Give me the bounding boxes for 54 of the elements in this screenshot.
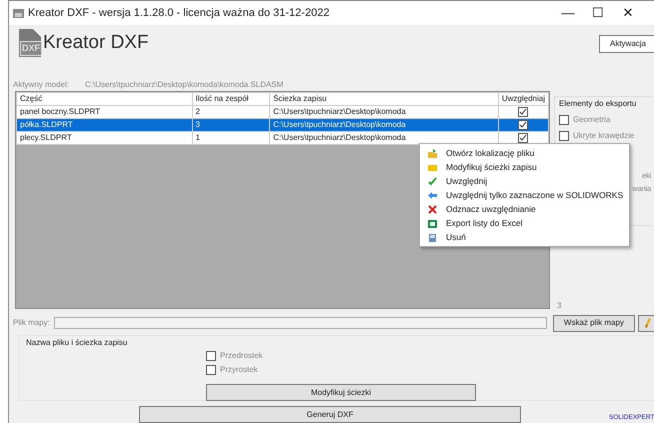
table-cell: 1 [192, 132, 270, 144]
menu-item[interactable]: Modyfikuj ścieżki zapisu [420, 160, 629, 174]
arrow-icon [428, 190, 437, 200]
maximize-button[interactable]: ☐ [583, 3, 613, 23]
column-header[interactable]: Uwzględniaj [498, 92, 548, 106]
map-file-field[interactable] [54, 317, 547, 329]
checkbox[interactable] [206, 364, 216, 375]
column-header[interactable]: Ilość na zespół [192, 92, 270, 106]
logo-badge: DXF [20, 40, 42, 56]
generate-dxf-button[interactable]: Generuj DXF [139, 406, 521, 423]
cross-icon [428, 204, 437, 214]
checkbox[interactable] [559, 130, 569, 141]
group-title: Elementy do eksportu [559, 99, 636, 109]
map-file-label: Plik mapy: [13, 318, 50, 328]
checkbox[interactable] [518, 106, 528, 117]
menu-item[interactable]: Odznacz uwzględnianie [420, 202, 629, 216]
table-cell: plecy.SLDPRT [16, 132, 192, 144]
app-logo-text: Kreator DXF [43, 31, 149, 55]
menu-item[interactable]: Uwzględnij tylko zaznaczone w SOLIDWORKS [420, 188, 629, 202]
window-title: Kreator DXF - wersja 1.1.28.0 - licencja ważna do 31-12-2022 [28, 6, 330, 21]
row-count: 3 [557, 301, 562, 311]
browse-map-button[interactable]: Wskaż plik mapy [552, 314, 635, 332]
check-icon [428, 176, 437, 186]
group-title: Nazwa pliku i ściezka zapisu [26, 338, 128, 348]
checkbox[interactable] [518, 120, 528, 130]
brush-icon [644, 318, 651, 328]
table-cell: C:\Users\tpuchniarz\Desktop\komoda [270, 118, 498, 132]
column-header[interactable]: Część [16, 92, 192, 106]
option-label: Geometria [573, 114, 610, 124]
active-model-path: C:\Users\tpuchniarz\Desktop\komoda\komoda.SLDASM [85, 80, 284, 91]
active-model-label: Aktywny model: [13, 80, 70, 91]
close-button[interactable]: ✕ [613, 3, 643, 23]
folder-arrow-icon [428, 148, 437, 158]
app-icon [13, 8, 24, 18]
option-label: Przedrostek [220, 350, 263, 360]
modify-paths-button[interactable]: Modyfikuj ściezki [206, 384, 476, 402]
table-cell: półka.SLDPRT [16, 118, 192, 132]
checkbox[interactable] [206, 350, 216, 361]
spreadsheet-icon [428, 218, 437, 228]
delete-icon [428, 232, 437, 242]
brush-button[interactable] [638, 314, 654, 332]
option-label: Ukryte krawędzie [573, 130, 634, 140]
checkbox[interactable] [518, 132, 528, 143]
menu-item[interactable]: Uwzględnij [420, 174, 629, 188]
checkbox[interactable] [559, 114, 569, 125]
option-label: Przyrostek [220, 364, 258, 374]
menu-item[interactable]: Usuń [420, 230, 629, 244]
table-cell: 3 [192, 118, 270, 132]
activation-button[interactable]: Aktywacja [599, 35, 654, 53]
column-header[interactable]: Ściezka zapisu [270, 92, 498, 106]
menu-item[interactable]: Export listy do Excel [420, 216, 629, 230]
folder-icon [428, 162, 437, 172]
minimize-button[interactable]: — [553, 3, 583, 23]
menu-item[interactable]: Otwórz lokalizację pliku [420, 146, 629, 160]
